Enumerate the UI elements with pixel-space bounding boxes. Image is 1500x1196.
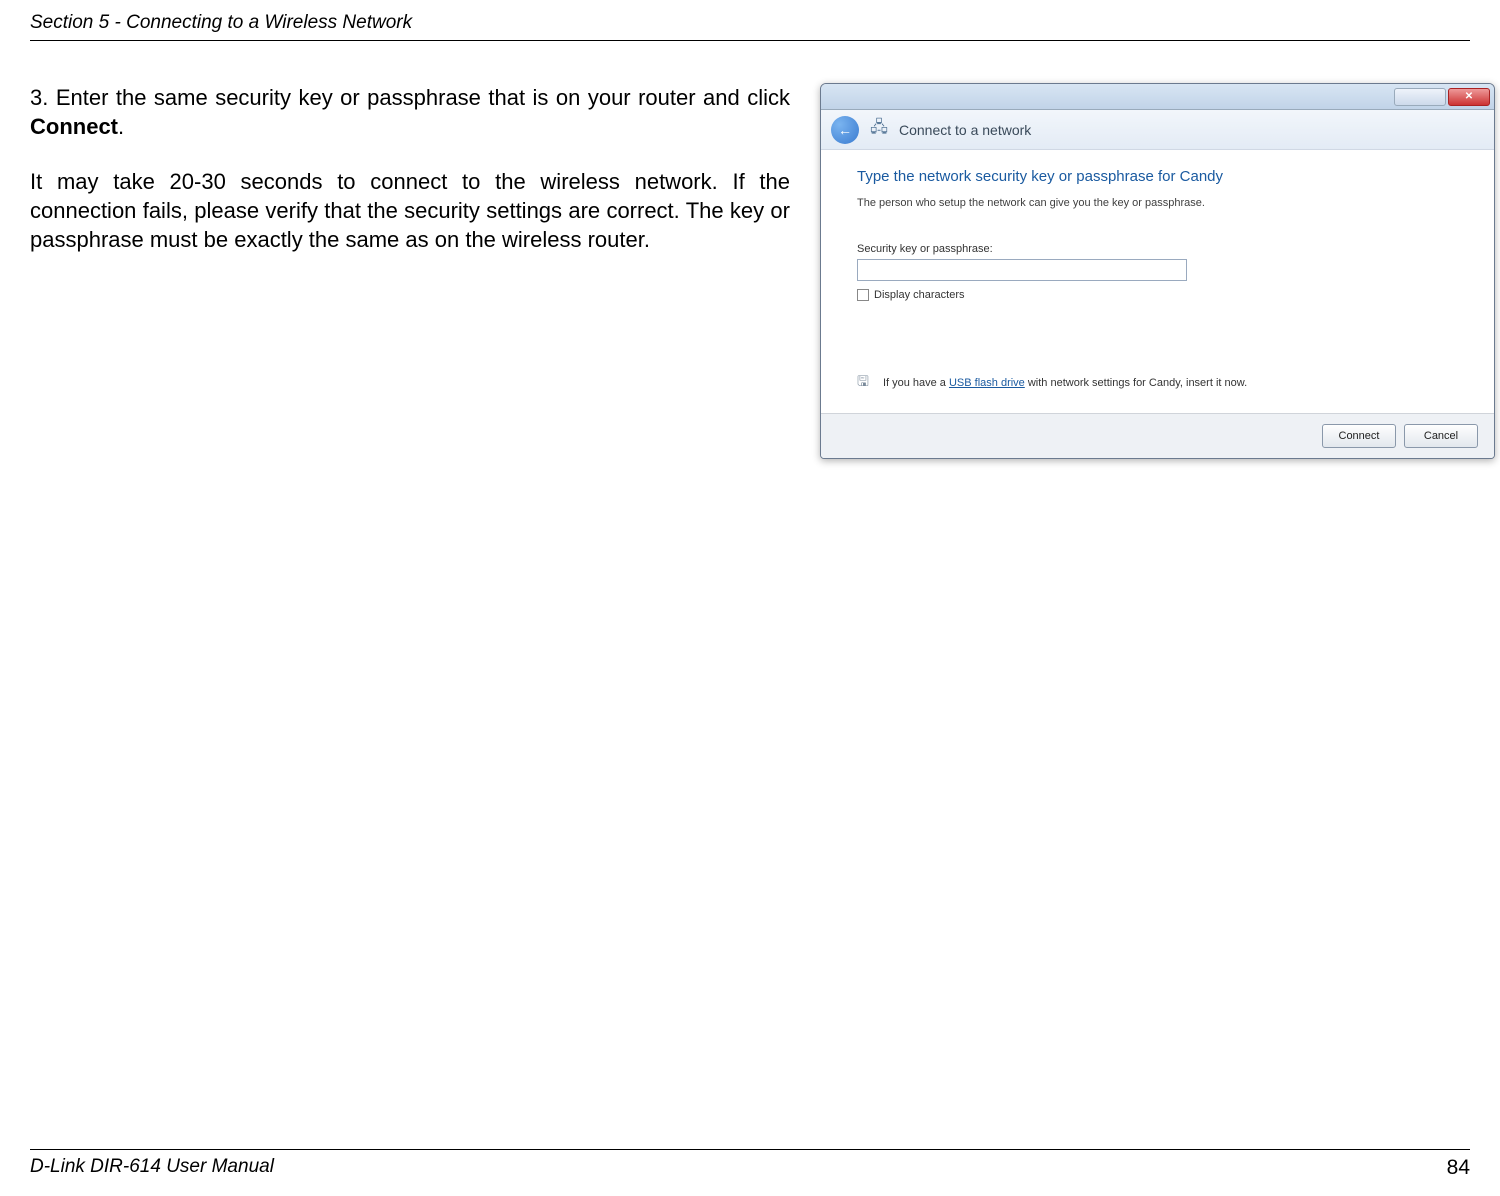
arrow-left-icon: ←: [838, 122, 852, 138]
section-title: Section 5 - Connecting to a Wireless Net…: [30, 12, 412, 33]
checkbox-label: Display characters: [874, 289, 964, 301]
network-icon: 🖧: [869, 120, 889, 140]
usb-icon: 🖫: [857, 371, 869, 395]
section-header: Section 5 - Connecting to a Wireless Net…: [30, 12, 1470, 41]
window-minmax-group: [1394, 88, 1446, 106]
cancel-label: Cancel: [1424, 430, 1458, 442]
step-number: 3.: [30, 85, 48, 110]
display-characters-row: Display characters: [857, 289, 1458, 301]
main-content: 3. Enter the same security key or passph…: [30, 83, 1470, 459]
usb-before: If you have a: [883, 377, 949, 389]
usb-hint-text: If you have a USB flash drive with netwo…: [883, 377, 1247, 389]
usb-flash-drive-link[interactable]: USB flash drive: [949, 377, 1025, 389]
instruction-column: 3. Enter the same security key or passph…: [30, 83, 790, 459]
step-after: .: [118, 114, 124, 139]
step-text: Enter the same security key or passphras…: [56, 85, 790, 110]
security-key-input[interactable]: [857, 259, 1187, 281]
step-bold: Connect: [30, 114, 118, 139]
dialog-footer: Connect Cancel: [821, 413, 1494, 458]
dialog-title: Type the network security key or passphr…: [857, 168, 1458, 185]
usb-after: with network settings for Candy, insert …: [1025, 377, 1247, 389]
dialog-body: Type the network security key or passphr…: [821, 150, 1494, 413]
nav-title: Connect to a network: [899, 122, 1031, 138]
step-3: 3. Enter the same security key or passph…: [30, 83, 790, 141]
screenshot-column: ✕ ← 🖧 Connect to a network Type the netw…: [820, 83, 1495, 459]
window-nav-bar: ← 🖧 Connect to a network: [821, 110, 1494, 150]
close-icon: ✕: [1465, 91, 1473, 102]
footer-manual: D-Link DIR-614 User Manual: [30, 1156, 274, 1180]
windows-dialog: ✕ ← 🖧 Connect to a network Type the netw…: [820, 83, 1495, 459]
dialog-subtitle: The person who setup the network can giv…: [857, 197, 1458, 209]
page-footer: D-Link DIR-614 User Manual 84: [30, 1149, 1470, 1180]
connect-label: Connect: [1339, 430, 1380, 442]
window-close-button[interactable]: ✕: [1448, 88, 1490, 106]
page-number: 84: [1447, 1156, 1470, 1180]
cancel-button[interactable]: Cancel: [1404, 424, 1478, 448]
display-characters-checkbox[interactable]: [857, 289, 869, 301]
back-button[interactable]: ←: [831, 116, 859, 144]
paragraph: It may take 20-30 seconds to connect to …: [30, 167, 790, 254]
connect-button[interactable]: Connect: [1322, 424, 1396, 448]
input-label: Security key or passphrase:: [857, 243, 1458, 255]
usb-hint-row: 🖫 If you have a USB flash drive with net…: [857, 371, 1458, 395]
window-minmax-icon[interactable]: [1394, 88, 1446, 106]
window-titlebar: ✕: [821, 84, 1494, 110]
